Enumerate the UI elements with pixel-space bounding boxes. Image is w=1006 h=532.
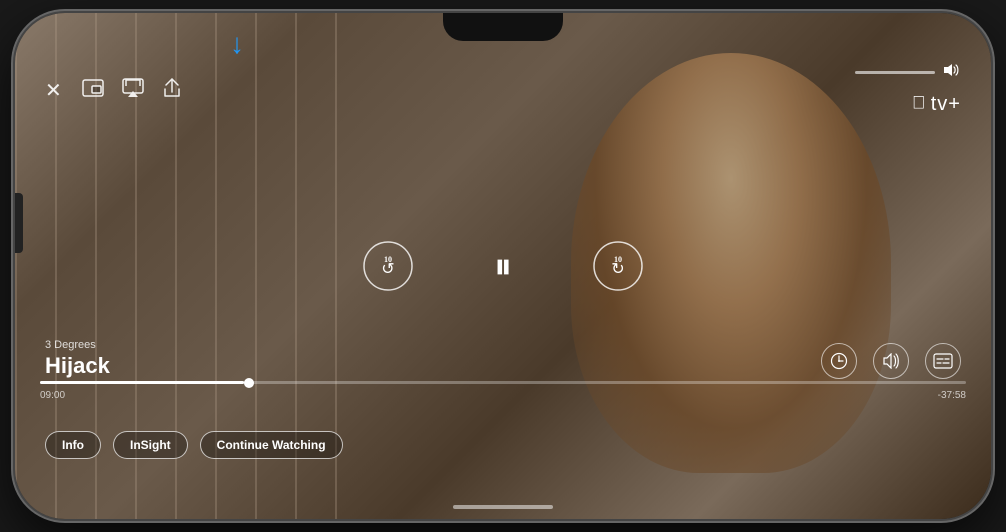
phone-frame: ↓ ✕ bbox=[13, 11, 993, 521]
forward-10-button[interactable]: 10 ↻ bbox=[592, 240, 644, 292]
rewind-10-button[interactable]: 10 ↺ bbox=[362, 240, 414, 292]
progress-track[interactable] bbox=[40, 381, 966, 384]
time-elapsed: 09:00 bbox=[40, 390, 65, 401]
home-indicator bbox=[453, 505, 553, 509]
svg-text:↺: ↺ bbox=[381, 261, 394, 278]
playback-speed-button[interactable] bbox=[821, 343, 857, 379]
progress-thumb[interactable] bbox=[244, 378, 254, 388]
title-overlay: 3 Degrees Hijack bbox=[45, 339, 110, 379]
time-display: 09:00 -37:58 bbox=[40, 390, 966, 401]
volume-bar bbox=[855, 71, 935, 74]
show-title: Hijack bbox=[45, 353, 110, 379]
insight-pill-button[interactable]: InSight bbox=[113, 431, 188, 459]
side-camera bbox=[15, 193, 23, 253]
progress-fill bbox=[40, 381, 244, 384]
center-playback-controls: 10 ↺ ⏸ 10 ↻ bbox=[362, 240, 644, 292]
airplay-arrow-indicator: ↓ bbox=[230, 31, 244, 59]
right-side-controls bbox=[821, 343, 961, 379]
close-button[interactable]: ✕ bbox=[45, 78, 62, 103]
phone-notch bbox=[443, 13, 563, 41]
info-pill-button[interactable]: Info bbox=[45, 431, 101, 459]
apple-tv-text:  tv+ bbox=[912, 86, 961, 117]
top-controls-bar: ✕ bbox=[15, 63, 991, 117]
pause-button[interactable]: ⏸ bbox=[494, 248, 512, 284]
subtitles-button[interactable] bbox=[925, 343, 961, 379]
airplay-button[interactable] bbox=[122, 78, 144, 103]
svg-text:↻: ↻ bbox=[611, 261, 624, 278]
pip-button[interactable] bbox=[82, 79, 104, 102]
progress-bar-container: 09:00 -37:58 bbox=[40, 381, 966, 401]
continue-watching-pill-button[interactable]: Continue Watching bbox=[200, 431, 343, 459]
volume-icon bbox=[943, 63, 961, 82]
bottom-pill-buttons: Info InSight Continue Watching bbox=[45, 431, 343, 459]
show-subtitle: 3 Degrees bbox=[45, 339, 110, 351]
time-remaining: -37:58 bbox=[938, 390, 966, 401]
share-button[interactable] bbox=[162, 77, 182, 104]
apple-tv-logo:  tv+ bbox=[855, 63, 961, 117]
audio-button[interactable] bbox=[873, 343, 909, 379]
